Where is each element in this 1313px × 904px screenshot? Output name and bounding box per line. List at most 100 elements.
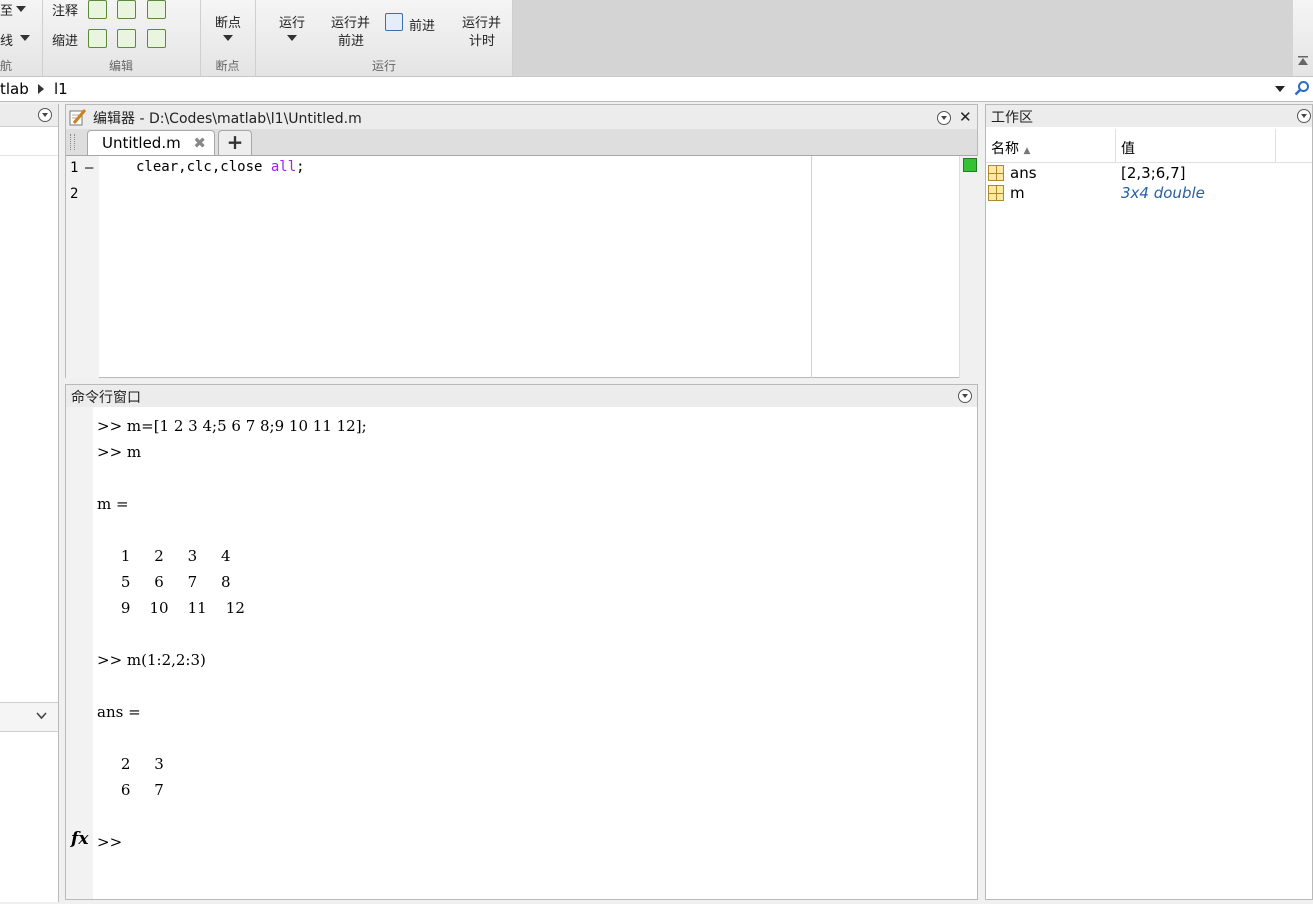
console-line: >> m=[1 2 3 4;5 6 7 8;9 10 11 12];	[97, 417, 367, 435]
goto-dropdown-icon[interactable]	[16, 6, 26, 12]
wrap-comment-icon[interactable]	[147, 0, 166, 19]
details-panel-header[interactable]	[0, 702, 58, 732]
sort-ascending-icon: ▲	[1023, 146, 1031, 156]
chevron-down-icon[interactable]	[36, 712, 47, 720]
breadcrumb-item[interactable]: tlab	[0, 80, 29, 98]
console-line: >> m	[97, 443, 142, 461]
command-window-title: 命令行窗口	[71, 390, 141, 406]
code-text: ;	[296, 159, 305, 175]
code-keyword: all	[270, 159, 297, 175]
tab-label: Untitled.m	[102, 134, 181, 152]
comment-label: 注释	[52, 4, 79, 19]
line-number: 2	[70, 186, 79, 202]
breadcrumb-item[interactable]: l1	[54, 80, 68, 98]
right-margin-line	[811, 156, 812, 378]
breakpoints-group-label: 断点	[215, 59, 240, 73]
console-line: 5 6 7 8	[97, 573, 231, 591]
matrix-variable-icon	[988, 185, 1004, 201]
run-dropdown-icon[interactable]	[287, 35, 297, 41]
indent-label: 缩进	[52, 34, 79, 49]
command-window-gutter	[66, 407, 93, 899]
editor-titlebar: 编辑器 - D:\Codes\matlab\l1\Untitled.m ✕	[66, 105, 977, 129]
workspace-titlebar: 工作区	[986, 105, 1312, 127]
column-header-value[interactable]: 值	[1121, 138, 1135, 158]
code-analyzer-status-icon[interactable]	[963, 158, 977, 172]
column-header-name[interactable]: 名称 ▲	[991, 138, 1030, 158]
variable-value: [2,3;6,7]	[1121, 164, 1186, 182]
find-button-partial[interactable]: 线	[0, 30, 13, 49]
console-line: 6 7	[97, 781, 164, 799]
editor-actions-icon[interactable]	[937, 111, 951, 125]
console-line: 2 3	[97, 755, 164, 773]
console-line: 1 2 3 4	[97, 547, 231, 565]
current-folder-panel	[0, 104, 59, 902]
breakpoints-dropdown-icon[interactable]	[223, 35, 233, 41]
editor-tabbar: Untitled.m ✖ +	[66, 129, 977, 156]
current-folder-bar[interactable]: tlab l1	[0, 77, 1313, 102]
workspace-variable-row[interactable]: ans [2,3;6,7]	[986, 164, 1312, 184]
function-browser-fx-icon[interactable]: fx	[71, 829, 88, 849]
column-divider[interactable]	[1275, 129, 1276, 162]
uncomment-icon[interactable]	[117, 0, 136, 19]
breakpoint-dash[interactable]: —	[85, 160, 93, 176]
console-line: 9 10 11 12	[97, 599, 245, 617]
workspace-column-header: 名称 ▲ 值	[986, 129, 1312, 163]
new-tab-button[interactable]: +	[218, 130, 252, 155]
increase-indent-icon[interactable]	[117, 29, 136, 48]
current-folder-panel-header	[0, 104, 58, 127]
advance-icon[interactable]	[385, 13, 403, 31]
command-prompt-input[interactable]: >>	[97, 829, 367, 855]
column-divider[interactable]	[1115, 129, 1116, 162]
line-number-gutter: 1 — 2	[66, 156, 99, 378]
tab-untitled-m[interactable]: Untitled.m ✖	[87, 130, 215, 155]
editor-scrollbar[interactable]	[959, 156, 978, 378]
run-and-time-label-line2: 计时	[469, 34, 496, 49]
edit-group-label: 编辑	[108, 59, 133, 73]
variable-name: ans	[1010, 164, 1037, 182]
comment-percent-icon[interactable]	[88, 0, 107, 19]
command-window-actions-icon[interactable]	[958, 389, 972, 403]
goto-button-partial[interactable]: 至	[0, 0, 13, 19]
console-line: >> m(1:2,2:3)	[97, 651, 206, 669]
plus-icon: +	[226, 130, 244, 154]
code-text: clear,clc,close	[136, 159, 271, 175]
workspace-title: 工作区	[991, 110, 1033, 126]
breadcrumb-arrow-icon[interactable]	[38, 84, 44, 94]
workspace-actions-icon[interactable]	[1297, 109, 1311, 123]
console-line: m =	[97, 495, 129, 513]
search-folder-icon[interactable]	[1294, 80, 1310, 96]
workspace-panel: 工作区 名称 ▲ 值 ans [2,3;6,7] m 3x4 double	[985, 104, 1313, 900]
tab-grip-icon[interactable]	[70, 134, 75, 150]
advance-button[interactable]: 前进	[409, 15, 435, 34]
navigate-group-label: 航	[0, 59, 13, 73]
command-window-output[interactable]: >> m=[1 2 3 4;5 6 7 8;9 10 11 12]; >> m …	[97, 413, 367, 855]
run-and-advance-button[interactable]: 运行并	[331, 12, 370, 31]
close-tab-icon[interactable]: ✖	[193, 134, 206, 152]
run-and-time-button[interactable]: 运行并	[462, 12, 501, 31]
editor-title: 编辑器 - D:\Codes\matlab\l1\Untitled.m	[93, 111, 362, 127]
run-group-label: 运行	[371, 59, 396, 73]
editor-pencil-icon	[69, 109, 87, 126]
run-button[interactable]: 运行	[279, 12, 305, 31]
smart-indent-icon[interactable]	[88, 29, 107, 48]
address-dropdown-icon[interactable]	[1275, 86, 1285, 92]
find-dropdown-icon[interactable]	[20, 35, 30, 41]
workspace-variable-row[interactable]: m 3x4 double	[986, 184, 1312, 204]
collapse-toolstrip-icon[interactable]	[1297, 55, 1309, 67]
close-icon[interactable]: ✕	[959, 108, 972, 126]
toolstrip-empty-area	[513, 0, 1293, 76]
divider	[0, 155, 58, 156]
code-editor-text[interactable]: clear,clc,close all;	[136, 159, 305, 175]
separator	[512, 0, 513, 76]
console-line: ans =	[97, 703, 141, 721]
decrease-indent-icon[interactable]	[147, 29, 166, 48]
breakpoints-button[interactable]: 断点	[215, 12, 241, 31]
variable-name: m	[1010, 184, 1025, 202]
panel-actions-icon[interactable]	[38, 108, 52, 122]
